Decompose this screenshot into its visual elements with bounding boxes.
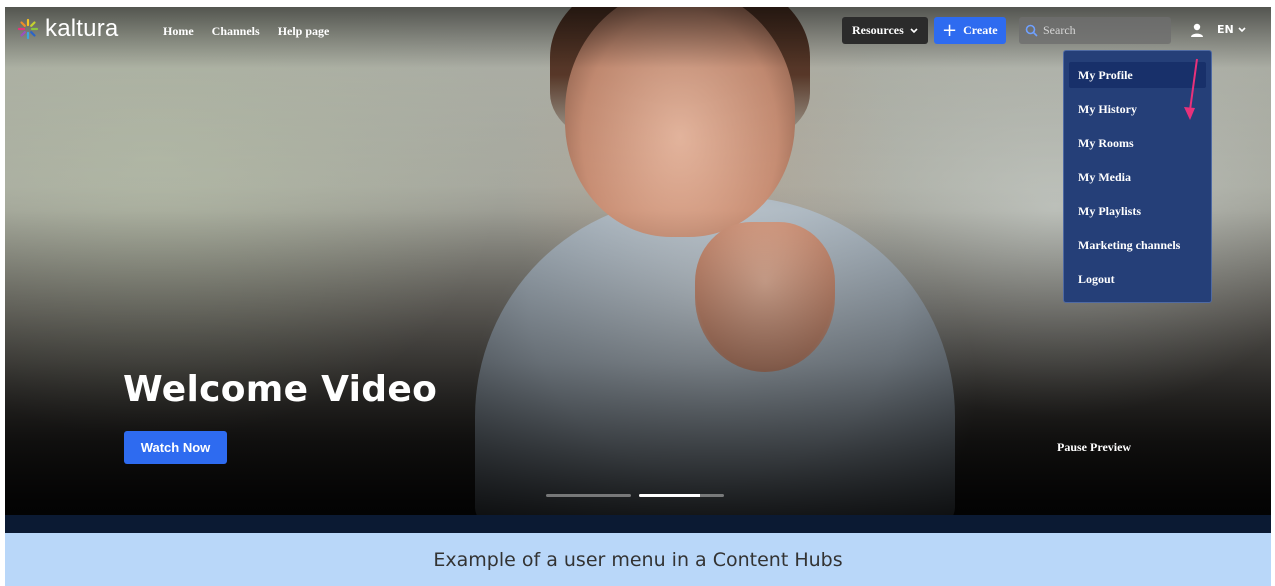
menu-item-my-playlists[interactable]: My Playlists (1069, 198, 1206, 224)
menu-item-my-rooms[interactable]: My Rooms (1069, 130, 1206, 156)
main-nav: Home Channels Help page (163, 24, 329, 39)
chevron-down-icon (1238, 26, 1246, 32)
search-input[interactable] (1043, 23, 1163, 38)
create-label: Create (963, 23, 998, 37)
nav-link-home[interactable]: Home (163, 24, 194, 39)
resources-dropdown-button[interactable]: Resources (842, 17, 928, 44)
nav-link-channels[interactable]: Channels (212, 24, 260, 39)
chevron-down-icon (910, 27, 918, 33)
slide-indicators (546, 494, 724, 497)
user-icon[interactable] (1189, 22, 1205, 38)
hero-title: Welcome Video (123, 369, 438, 410)
top-navigation-bar: kaltura Home Channels Help page Resource… (5, 7, 1271, 53)
plus-icon: + (942, 19, 958, 41)
slide-indicator-1[interactable] (546, 494, 631, 497)
brand-name: kaltura (45, 15, 119, 42)
watch-now-button[interactable]: Watch Now (124, 431, 227, 464)
brand-logo[interactable]: kaltura (17, 17, 118, 41)
figure-caption: Example of a user menu in a Content Hubs (433, 548, 843, 571)
menu-item-logout[interactable]: Logout (1069, 266, 1206, 292)
caption-bar: Example of a user menu in a Content Hubs (5, 533, 1271, 586)
language-selector[interactable]: EN (1217, 23, 1246, 36)
language-label: EN (1217, 23, 1234, 36)
menu-item-my-media[interactable]: My Media (1069, 164, 1206, 190)
slide-progress-2 (639, 494, 701, 497)
search-box (1019, 17, 1171, 44)
annotation-arrow-icon (1184, 58, 1198, 120)
menu-item-marketing-channels[interactable]: Marketing channels (1069, 232, 1206, 258)
search-icon (1025, 24, 1038, 37)
resources-label: Resources (852, 23, 904, 37)
pause-preview-button[interactable]: Pause Preview (1057, 440, 1131, 455)
create-button[interactable]: + Create (934, 17, 1006, 44)
slide-indicator-2[interactable] (639, 494, 724, 497)
hero-banner: kaltura Home Channels Help page Resource… (5, 7, 1271, 515)
app-frame: kaltura Home Channels Help page Resource… (5, 7, 1271, 533)
nav-link-help-page[interactable]: Help page (278, 24, 330, 39)
kaltura-logo-icon (17, 18, 39, 40)
